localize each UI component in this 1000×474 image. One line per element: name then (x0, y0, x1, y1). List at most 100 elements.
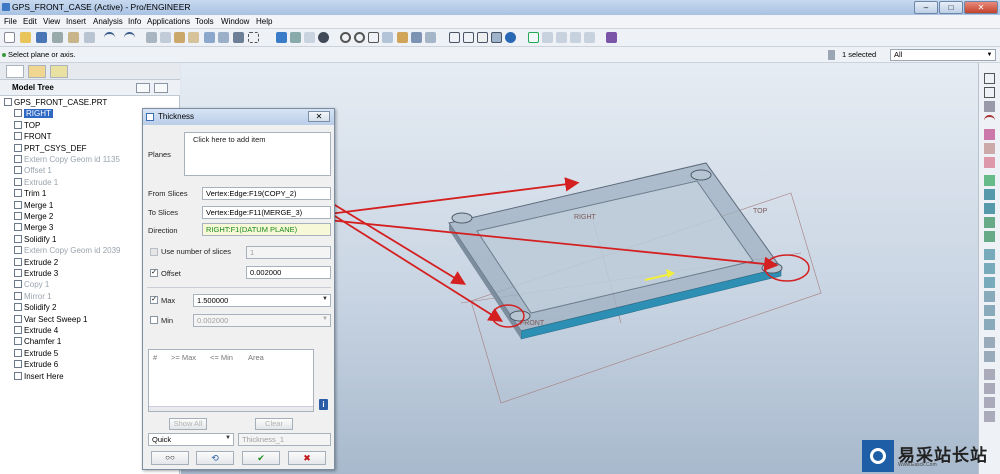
tree-item[interactable]: Extrude 4 (14, 326, 58, 337)
datum-point-tool-icon[interactable] (984, 129, 995, 140)
view-manager-icon[interactable] (411, 32, 422, 43)
min-checkbox[interactable] (150, 316, 158, 324)
tree-item[interactable]: Extrude 1 (14, 177, 58, 189)
sweep-tool-icon[interactable] (984, 217, 995, 228)
tree-filters-icon[interactable] (154, 83, 168, 93)
cut-icon[interactable] (146, 32, 157, 43)
tree-item[interactable]: GPS_FRONT_CASE.PRT (4, 98, 107, 109)
minimize-button[interactable]: – (914, 1, 938, 14)
coord-sys-icon[interactable] (570, 32, 581, 43)
extend-tool-icon[interactable] (984, 397, 995, 408)
preview-button[interactable]: ○○ (151, 451, 189, 465)
revolve-tool-icon[interactable] (984, 203, 995, 214)
open-file-icon[interactable] (20, 32, 31, 43)
rib-tool-icon[interactable] (984, 277, 995, 288)
hidden-line-icon[interactable] (463, 32, 474, 43)
offset-field[interactable]: 0.002000 (246, 266, 331, 279)
zoom-in-icon[interactable] (340, 32, 351, 43)
menu-applications[interactable]: Applications (147, 17, 190, 26)
datum-axes-icon[interactable] (542, 32, 553, 43)
planes-collector[interactable]: Click here to add item (184, 132, 331, 176)
mail-icon[interactable] (68, 32, 79, 43)
no-hidden-icon[interactable] (477, 32, 488, 43)
refit-icon[interactable] (368, 32, 379, 43)
maximize-button[interactable]: □ (939, 1, 963, 14)
mirror-tool-icon[interactable] (984, 351, 995, 362)
whats-this-icon[interactable] (606, 32, 617, 43)
pattern-tool-icon[interactable] (984, 337, 995, 348)
merge-tool-icon[interactable] (984, 369, 995, 380)
tree-item[interactable]: Extrude 3 (14, 269, 58, 280)
redo-icon[interactable] (124, 32, 135, 43)
tree-item[interactable]: Offset 1 (14, 166, 52, 177)
menu-view[interactable]: View (43, 17, 60, 26)
open-recent-icon[interactable] (84, 32, 95, 43)
datum-points-icon[interactable] (556, 32, 567, 43)
tab-model-tree[interactable] (6, 65, 24, 78)
max-checkbox[interactable]: ✓ (150, 296, 158, 304)
analysis-mode-dropdown[interactable]: Quick ▼ (148, 433, 234, 446)
menu-edit[interactable]: Edit (23, 17, 37, 26)
cancel-button[interactable]: ✖ (288, 451, 326, 465)
datum-plane-tool-icon[interactable] (984, 73, 995, 84)
wireframe-icon[interactable] (449, 32, 460, 43)
print-icon[interactable] (52, 32, 63, 43)
spin-center-toggle-icon[interactable] (584, 32, 595, 43)
display-style-icon[interactable] (318, 32, 329, 43)
regenerate-icon[interactable] (204, 32, 215, 43)
info-icon[interactable]: i (319, 399, 328, 410)
clear-button[interactable]: Clear (255, 418, 293, 430)
regen-manager-icon[interactable] (218, 32, 229, 43)
tree-item[interactable]: Extrude 5 (14, 348, 58, 360)
tree-item[interactable]: FRONT (14, 132, 52, 143)
tree-item[interactable]: Insert Here (14, 371, 64, 383)
repaint-button[interactable]: ⟲ (196, 451, 234, 465)
menu-help[interactable]: Help (256, 17, 272, 26)
datum-plane-2-icon[interactable] (984, 87, 995, 98)
layers-icon[interactable] (425, 32, 436, 43)
find-icon[interactable] (233, 32, 244, 43)
blend-tool-icon[interactable] (984, 231, 995, 242)
shading-icon[interactable] (491, 32, 502, 43)
csys-tool-icon[interactable] (984, 143, 995, 154)
shell-tool-icon[interactable] (984, 263, 995, 274)
new-file-icon[interactable] (4, 32, 15, 43)
paste-icon[interactable] (174, 32, 185, 43)
tree-item[interactable]: Merge 3 (14, 223, 53, 234)
tree-item[interactable]: Merge 1 (14, 200, 53, 212)
tree-item[interactable]: Mirror 1 (14, 291, 52, 303)
tree-item[interactable]: TOP (14, 120, 40, 132)
saved-views-icon[interactable] (397, 32, 408, 43)
offset-tool-icon[interactable] (984, 411, 995, 422)
tree-item[interactable]: Solidify 2 (14, 303, 56, 314)
analysis-name-field[interactable]: Thickness_1 (238, 433, 331, 446)
paste-special-icon[interactable] (188, 32, 199, 43)
offset-checkbox[interactable]: ✓ (150, 269, 158, 277)
zoom-out-icon[interactable] (354, 32, 365, 43)
tree-item[interactable]: Solidify 1 (14, 234, 56, 246)
direction-collector[interactable]: RIGHT:F1(DATUM PLANE) (202, 223, 331, 236)
use-number-checkbox[interactable] (150, 248, 158, 256)
copy-icon[interactable] (160, 32, 171, 43)
tree-item[interactable]: Trim 1 (14, 189, 46, 200)
min-field[interactable]: 0.002000 ▼ (193, 314, 331, 327)
from-slices-collector[interactable]: Vertex:Edge:F19(COPY_2) (202, 187, 331, 200)
tab-folder-browser[interactable] (28, 65, 46, 78)
enhanced-realism-icon[interactable] (505, 32, 516, 43)
orient-mode-icon[interactable] (304, 32, 315, 43)
reorient-icon[interactable] (382, 32, 393, 43)
menu-tools[interactable]: Tools (195, 17, 214, 26)
dialog-close-button[interactable]: ✕ (308, 111, 330, 122)
round-tool-icon[interactable] (984, 305, 995, 316)
selection-filter-dropdown[interactable]: All ▼ (890, 49, 996, 61)
sketch-tool-icon[interactable] (984, 175, 995, 186)
datum-axis-tool-icon[interactable] (984, 101, 995, 112)
extrude-tool-icon[interactable] (984, 189, 995, 200)
menu-file[interactable]: File (4, 17, 17, 26)
analysis-tool-icon[interactable] (984, 157, 995, 168)
draft-tool-icon[interactable] (984, 291, 995, 302)
tree-item[interactable]: Extern Copy Geom id 2039 (14, 246, 121, 257)
spin-center-icon[interactable] (290, 32, 301, 43)
tree-item[interactable]: Var Sect Sweep 1 (14, 314, 87, 326)
repaint-icon[interactable] (276, 32, 287, 43)
